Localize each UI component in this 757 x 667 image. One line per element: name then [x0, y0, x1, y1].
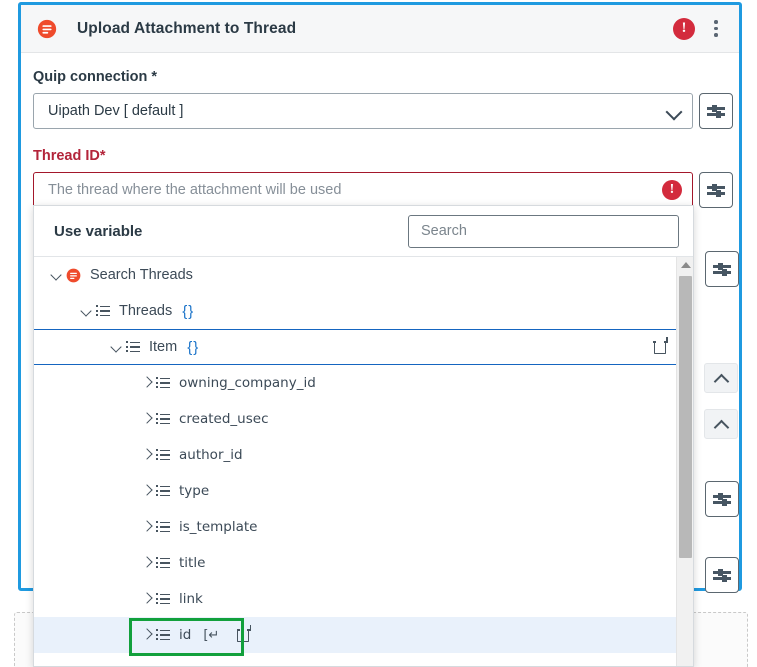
chevron-down-icon	[666, 103, 682, 119]
tree-row[interactable]: type	[34, 473, 693, 509]
chevron-down-icon[interactable]	[78, 302, 96, 320]
sliders-icon	[713, 262, 731, 276]
scroll-up-arrow-icon[interactable]	[677, 257, 693, 273]
section-collapse-button-2[interactable]	[704, 409, 738, 439]
thread-id-options-button[interactable]	[699, 172, 733, 208]
sliders-icon	[707, 183, 725, 197]
tree-row[interactable]: is_template	[34, 509, 693, 545]
variable-tree[interactable]: Search Threads Threads {} Item {} owning_comp…	[34, 257, 693, 666]
list-icon	[156, 413, 170, 425]
object-type-badge: {}	[187, 338, 200, 356]
tree-node-label: Threads	[119, 303, 173, 319]
scrollbar-thumb[interactable]	[679, 276, 692, 558]
use-variable-popup[interactable]: Use variable Search Search Threads Thread…	[33, 205, 694, 667]
header-actions: !	[673, 17, 725, 40]
tree-row[interactable]: Search Threads	[34, 257, 693, 293]
tree-row[interactable]: created_usec	[34, 401, 693, 437]
sliders-icon	[707, 104, 725, 118]
chevron-right-icon[interactable]	[138, 554, 156, 572]
chevron-right-icon[interactable]	[138, 374, 156, 392]
list-icon	[156, 521, 170, 533]
list-icon	[156, 485, 170, 497]
chevron-down-icon[interactable]	[108, 338, 126, 356]
chevron-right-icon[interactable]	[138, 482, 156, 500]
chevron-up-icon	[714, 420, 728, 429]
quip-connection-label: Quip connection *	[33, 69, 158, 85]
thread-id-placeholder: The thread where the attachment will be …	[48, 182, 342, 198]
list-icon	[156, 629, 170, 641]
object-type-badge: {}	[182, 302, 195, 320]
chevron-right-icon[interactable]	[138, 446, 156, 464]
list-icon	[156, 377, 170, 389]
quip-connection-value: Uipath Dev [ default ]	[48, 103, 184, 119]
tree-node-label: owning_company_id	[179, 375, 316, 391]
use-variable-header: Use variable Search	[34, 206, 693, 257]
list-icon	[156, 593, 170, 605]
sliders-icon	[713, 568, 731, 582]
field-options-button-4[interactable]	[705, 481, 739, 517]
kebab-menu-icon[interactable]	[707, 18, 725, 40]
sliders-icon	[713, 492, 731, 506]
quip-logo-icon	[66, 268, 81, 282]
tree-node-label: created_usec	[179, 411, 269, 427]
tree-row[interactable]: title	[34, 545, 693, 581]
quip-connection-select[interactable]: Uipath Dev [ default ]	[33, 93, 693, 129]
quip-connection-row: Uipath Dev [ default ]	[33, 93, 733, 129]
tree-row[interactable]: id [↵	[34, 617, 693, 653]
section-collapse-button-1[interactable]	[704, 363, 738, 393]
chevron-right-icon[interactable]	[138, 590, 156, 608]
list-icon	[126, 341, 140, 353]
canvas-placeholder-right	[690, 612, 748, 667]
copy-icon[interactable]	[236, 625, 252, 642]
list-icon	[96, 305, 110, 317]
copy-icon[interactable]	[653, 337, 668, 354]
list-icon	[156, 449, 170, 461]
tree-node-label: title	[179, 555, 206, 571]
tree-node-label: Search Threads	[90, 267, 193, 283]
chevron-right-icon[interactable]	[138, 518, 156, 536]
variable-search-input[interactable]: Search	[408, 214, 679, 248]
tree-node-label: Item	[149, 339, 178, 355]
tree-node-label: id	[179, 627, 192, 643]
field-options-button-5[interactable]	[705, 557, 739, 593]
chevron-right-icon[interactable]	[138, 410, 156, 428]
tree-row[interactable]: Item {}	[34, 329, 678, 365]
return-value-icon: [↵	[203, 627, 220, 643]
quip-connection-options-button[interactable]	[699, 93, 733, 129]
variable-tree-scrollbar[interactable]	[676, 257, 693, 666]
chevron-down-icon[interactable]	[48, 266, 66, 284]
field-options-button-3[interactable]	[705, 251, 739, 287]
tree-node-label: is_template	[179, 519, 258, 535]
chevron-up-icon	[714, 374, 728, 383]
use-variable-title: Use variable	[54, 222, 143, 240]
tree-node-label: link	[179, 591, 203, 607]
activity-header: Upload Attachment to Thread !	[21, 5, 739, 53]
screenshot-root: Upload Attachment to Thread ! Quip conne…	[0, 0, 757, 667]
thread-id-error-icon: !	[662, 180, 682, 200]
header-error-icon[interactable]: !	[673, 17, 695, 40]
chevron-right-icon[interactable]	[138, 626, 156, 644]
tree-row[interactable]: link	[34, 581, 693, 617]
list-icon	[156, 557, 170, 569]
tree-node-label: type	[179, 483, 210, 499]
thread-id-label: Thread ID*	[33, 148, 106, 164]
tree-row[interactable]: author_id	[34, 437, 693, 473]
tree-row[interactable]: Threads {}	[34, 293, 693, 329]
thread-id-row: The thread where the attachment will be …	[33, 172, 733, 208]
quip-logo-icon	[37, 19, 57, 38]
thread-id-input[interactable]: The thread where the attachment will be …	[33, 172, 693, 208]
tree-row[interactable]: owning_company_id	[34, 365, 693, 401]
tree-node-label: author_id	[179, 447, 243, 463]
page-title: Upload Attachment to Thread	[77, 19, 297, 37]
